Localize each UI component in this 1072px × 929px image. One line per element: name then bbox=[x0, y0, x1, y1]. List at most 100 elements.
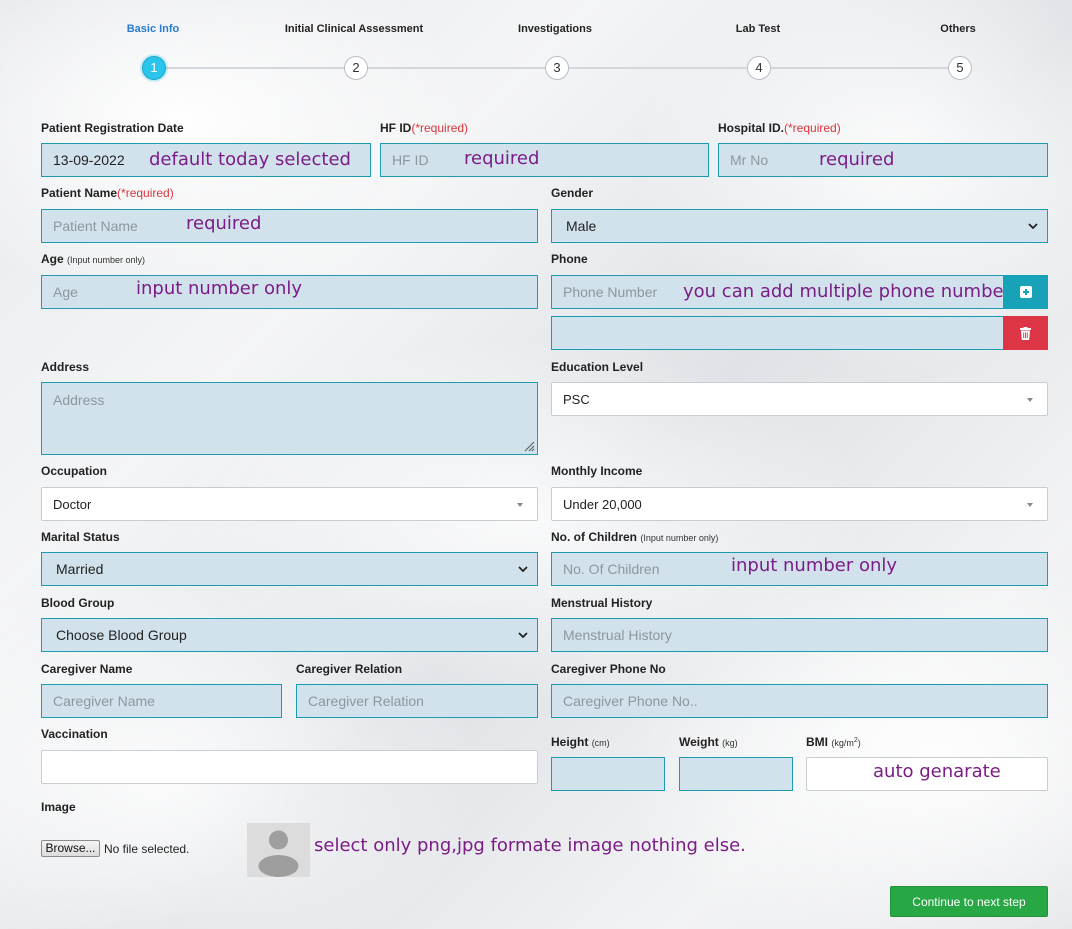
marital-status-value: Married bbox=[56, 561, 104, 577]
address-placeholder: Address bbox=[53, 392, 105, 408]
image-note: select only png,jpg formate image nothin… bbox=[314, 835, 746, 856]
vaccination-input[interactable] bbox=[41, 750, 538, 784]
no-of-children-placeholder: No. Of Children bbox=[563, 561, 660, 577]
bmi-label-text: BMI bbox=[806, 735, 828, 749]
bmi-unit: (kg/m2) bbox=[831, 737, 860, 748]
caregiver-relation-placeholder: Caregiver Relation bbox=[308, 693, 424, 709]
phone-label: Phone bbox=[551, 252, 588, 266]
hf-id-input[interactable]: HF ID bbox=[380, 143, 709, 177]
chevron-down-icon bbox=[518, 566, 528, 573]
no-of-children-label-text: No. of Children bbox=[551, 530, 637, 544]
phone-note: you can add multiple phone number bbox=[683, 281, 1011, 302]
step-1-circle[interactable]: 1 bbox=[142, 56, 166, 80]
hospital-id-note: required bbox=[819, 149, 895, 170]
hospital-id-label-text: Hospital ID. bbox=[718, 121, 785, 135]
bmi-unit-base: (kg/m bbox=[831, 738, 854, 748]
monthly-income-label: Monthly Income bbox=[551, 464, 643, 478]
menstrual-history-placeholder: Menstrual History bbox=[563, 627, 672, 643]
education-level-value: PSC bbox=[563, 391, 590, 407]
occupation-select[interactable]: Doctor bbox=[41, 487, 538, 521]
tab-basic-info[interactable]: Basic Info bbox=[127, 23, 180, 35]
continue-button[interactable]: Continue to next step bbox=[890, 886, 1048, 917]
registration-date-note: default today selected bbox=[149, 149, 351, 170]
plus-square-icon bbox=[1019, 286, 1032, 298]
dropdown-caret-icon bbox=[517, 503, 523, 507]
browse-button[interactable]: Browse... bbox=[41, 840, 100, 857]
resize-handle-icon[interactable] bbox=[523, 440, 535, 452]
no-file-text: No file selected. bbox=[104, 842, 190, 856]
gender-value: Male bbox=[566, 218, 597, 234]
no-of-children-hint: (Input number only) bbox=[640, 533, 719, 543]
patient-name-input[interactable]: Patient Name bbox=[41, 209, 538, 243]
dropdown-caret-icon bbox=[1027, 398, 1033, 402]
caregiver-phone-input[interactable]: Caregiver Phone No.. bbox=[551, 684, 1048, 718]
patient-name-note: required bbox=[186, 213, 262, 234]
marital-status-select[interactable]: Married bbox=[41, 552, 538, 586]
hospital-id-label: Hospital ID.(*required) bbox=[718, 121, 841, 135]
age-label: Age (Input number only) bbox=[41, 252, 145, 266]
blood-group-label: Blood Group bbox=[41, 596, 115, 610]
weight-input[interactable] bbox=[679, 757, 793, 791]
registration-date-value: 13-09-2022 bbox=[53, 152, 125, 168]
age-label-text: Age bbox=[41, 252, 64, 266]
dropdown-caret-icon bbox=[1027, 503, 1033, 507]
caregiver-relation-label: Caregiver Relation bbox=[296, 662, 403, 676]
tab-lab-test[interactable]: Lab Test bbox=[736, 23, 780, 35]
caregiver-relation-input[interactable]: Caregiver Relation bbox=[296, 684, 538, 718]
education-level-label: Education Level bbox=[551, 360, 644, 374]
no-of-children-label: No. of Children (Input number only) bbox=[551, 530, 718, 544]
height-input[interactable] bbox=[551, 757, 665, 791]
add-phone-button[interactable] bbox=[1003, 275, 1048, 309]
height-unit: (cm) bbox=[591, 738, 610, 748]
phone-input-2[interactable] bbox=[551, 316, 1004, 350]
marital-status-label: Marital Status bbox=[41, 530, 120, 544]
height-label: Height (cm) bbox=[551, 735, 610, 749]
weight-label: Weight (kg) bbox=[679, 735, 738, 749]
gender-select[interactable]: Male bbox=[551, 209, 1048, 243]
phone-placeholder: Phone Number bbox=[563, 284, 658, 300]
patient-name-label-text: Patient Name bbox=[41, 186, 118, 200]
chevron-down-icon bbox=[1028, 223, 1038, 230]
blood-group-select[interactable]: Choose Blood Group bbox=[41, 618, 538, 652]
step-5-circle[interactable]: 5 bbox=[948, 56, 972, 80]
registration-date-label: Patient Registration Date bbox=[41, 121, 184, 135]
hf-id-placeholder: HF ID bbox=[392, 152, 429, 168]
hospital-id-placeholder: Mr No bbox=[730, 152, 769, 168]
caregiver-phone-placeholder: Caregiver Phone No.. bbox=[563, 693, 698, 709]
monthly-income-value: Under 20,000 bbox=[563, 496, 642, 512]
caregiver-phone-label: Caregiver Phone No bbox=[551, 662, 666, 676]
step-2-circle[interactable]: 2 bbox=[344, 56, 368, 80]
user-silhouette-icon bbox=[258, 830, 299, 877]
monthly-income-select[interactable]: Under 20,000 bbox=[551, 487, 1048, 521]
tab-investigations[interactable]: Investigations bbox=[518, 23, 592, 35]
step-3-circle[interactable]: 3 bbox=[545, 56, 569, 80]
tab-initial-clinical-assessment[interactable]: Initial Clinical Assessment bbox=[285, 23, 423, 35]
weight-label-text: Weight bbox=[679, 735, 719, 749]
age-hint: (Input number only) bbox=[67, 255, 146, 265]
age-note: input number only bbox=[136, 278, 303, 299]
height-label-text: Height bbox=[551, 735, 589, 749]
no-of-children-note: input number only bbox=[731, 555, 898, 576]
remove-phone-button[interactable] bbox=[1003, 316, 1048, 350]
caregiver-name-input[interactable]: Caregiver Name bbox=[41, 684, 282, 718]
hf-id-note: required bbox=[464, 148, 540, 169]
step-4-circle[interactable]: 4 bbox=[747, 56, 771, 80]
gender-label: Gender bbox=[551, 186, 594, 200]
menstrual-history-input[interactable]: Menstrual History bbox=[551, 618, 1048, 652]
bmi-note: auto genarate bbox=[873, 761, 1001, 782]
education-level-select[interactable]: PSC bbox=[551, 382, 1048, 416]
tab-others[interactable]: Others bbox=[940, 23, 975, 35]
occupation-value: Doctor bbox=[53, 496, 92, 512]
hf-id-required-marker: (*required) bbox=[411, 121, 469, 135]
caregiver-name-placeholder: Caregiver Name bbox=[53, 693, 155, 709]
patient-name-required-marker: (*required) bbox=[117, 186, 174, 200]
address-label: Address bbox=[41, 360, 90, 374]
age-placeholder: Age bbox=[53, 284, 78, 300]
patient-name-label: Patient Name(*required) bbox=[41, 186, 174, 200]
weight-unit: (kg) bbox=[722, 738, 738, 748]
image-label: Image bbox=[41, 800, 76, 814]
patient-name-placeholder: Patient Name bbox=[53, 218, 138, 234]
vaccination-label: Vaccination bbox=[41, 727, 108, 741]
address-textarea[interactable]: Address bbox=[41, 382, 538, 455]
chevron-down-icon bbox=[518, 632, 528, 639]
